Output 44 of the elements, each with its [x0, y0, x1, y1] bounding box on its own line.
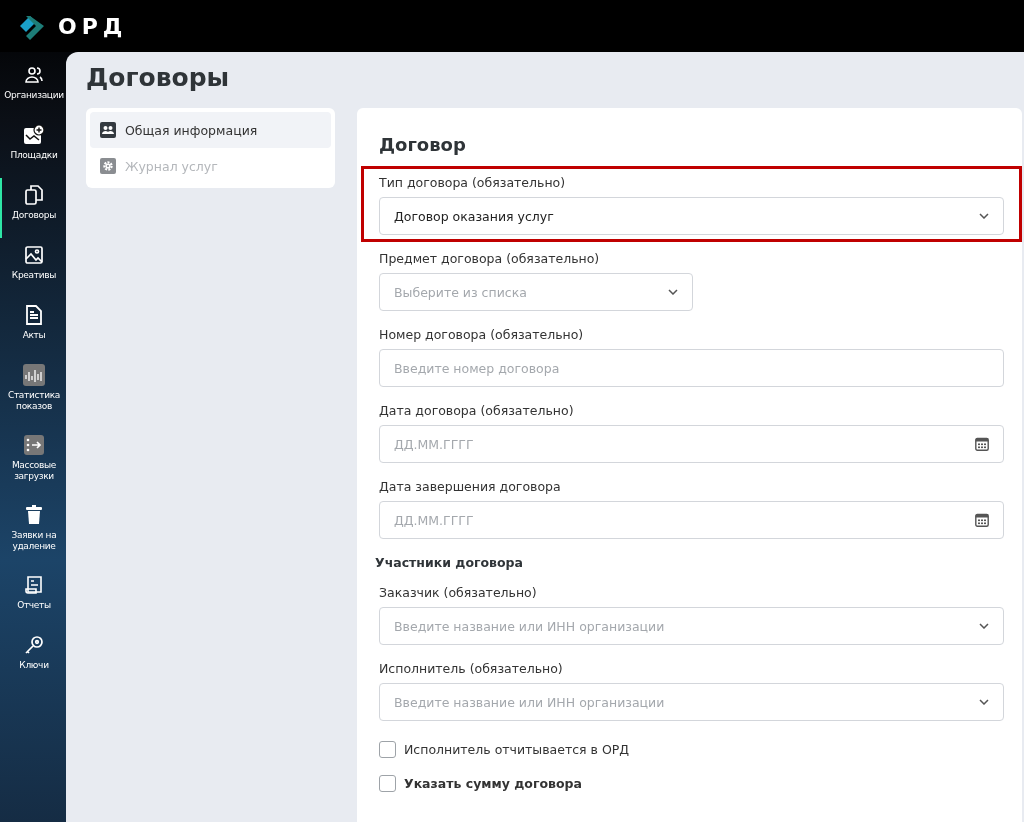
checkbox[interactable]: [379, 774, 396, 792]
people-icon: [100, 122, 116, 138]
document-icon: [25, 304, 43, 326]
sidebar-item[interactable]: Площадки: [0, 118, 66, 178]
field-label: Тип договора (обязательно): [379, 174, 567, 192]
chevron-down-icon: [979, 623, 989, 629]
documents-icon: [24, 184, 44, 206]
bars-icon: [23, 364, 45, 386]
checkbox[interactable]: [379, 740, 396, 758]
dropdown-field[interactable]: Договор оказания услуг: [379, 197, 1004, 235]
field-label: Исполнитель (обязательно): [379, 660, 564, 678]
chevron-down-icon: [979, 699, 989, 705]
sidebar-item[interactable]: Статистика показов: [0, 358, 66, 428]
sidebar-item[interactable]: Массовые загрузки: [0, 428, 66, 498]
sidebar-item[interactable]: Ключи: [0, 628, 66, 688]
field-label: Номер договора (обязательно): [379, 326, 585, 344]
report-icon: [24, 575, 44, 595]
logo-text: ОРД: [58, 13, 128, 39]
calendar-icon: [975, 513, 989, 527]
sidebar-item[interactable]: Организации: [0, 58, 66, 118]
gear-icon: [100, 158, 116, 174]
trash-icon: [25, 505, 43, 525]
upload-list-icon: [24, 435, 44, 455]
sidebar-item[interactable]: Заявки на удаление: [0, 498, 66, 568]
chevron-down-icon: [979, 213, 989, 219]
calendar-icon: [975, 437, 989, 451]
section-heading: Участники договора: [375, 554, 524, 572]
field-label: Дата договора (обязательно): [379, 402, 575, 420]
image-icon: [24, 245, 44, 265]
people-icon: [24, 65, 44, 85]
checkbox-label: Указать сумму договора: [404, 775, 582, 791]
key-icon: [24, 635, 44, 655]
sidebar-item[interactable]: Креативы: [0, 238, 66, 298]
page-title: Договоры: [86, 62, 231, 94]
field-label: Предмет договора (обязательно): [379, 250, 601, 268]
sidebar-item[interactable]: Отчеты: [0, 568, 66, 628]
section-tab[interactable]: Общая информация: [90, 112, 331, 148]
field-label: Дата завершения договора: [379, 478, 562, 496]
chevron-down-icon: [668, 289, 678, 295]
image-add-icon: [23, 125, 45, 145]
form-title: Договор: [379, 133, 467, 157]
field-label: Заказчик (обязательно): [379, 584, 538, 602]
sidebar-item[interactable]: Акты: [0, 298, 66, 358]
checkbox-label: Исполнитель отчитывается в ОРД: [404, 741, 630, 757]
